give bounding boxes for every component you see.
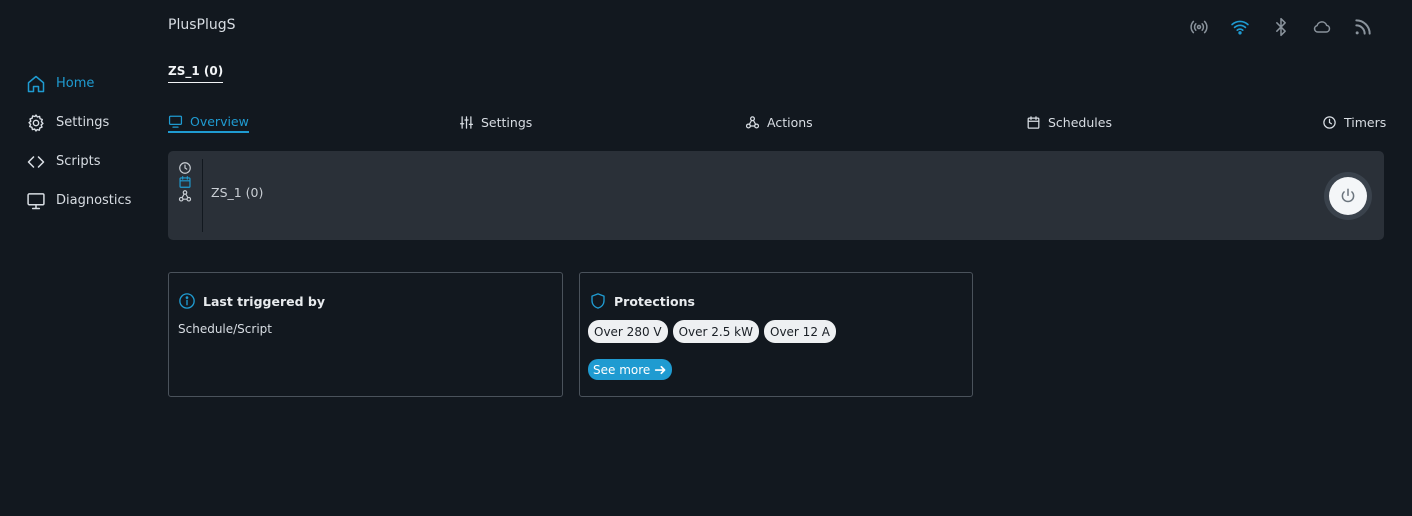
tab-overview[interactable]: Overview (168, 111, 249, 133)
last-triggered-value: Schedule/Script (178, 322, 272, 336)
calendar-icon[interactable] (178, 175, 202, 189)
sidebar-item-home[interactable]: Home (26, 64, 156, 103)
arrow-right-icon (654, 364, 667, 376)
sidebar-item-scripts[interactable]: Scripts (26, 142, 156, 181)
protection-chip-voltage: Over 280 V (588, 320, 668, 343)
app-title: PlusPlugS (168, 17, 236, 33)
tab-settings[interactable]: Settings (459, 111, 532, 133)
protection-chips: Over 280 V Over 2.5 kW Over 12 A (588, 320, 836, 343)
home-icon (26, 74, 46, 94)
sidebar: Home Settings Scripts Diagnostics (26, 64, 156, 220)
sidebar-item-label: Diagnostics (56, 193, 132, 208)
shield-icon (589, 292, 607, 310)
wifi-icon[interactable] (1229, 17, 1251, 37)
tab-label: Overview (190, 113, 249, 129)
sidebar-item-label: Home (56, 76, 95, 91)
card-title: Last triggered by (203, 293, 326, 309)
card-header: Last triggered by (178, 292, 325, 310)
sidebar-item-settings[interactable]: Settings (26, 103, 156, 142)
card-header: Protections (589, 292, 695, 310)
webhook-icon (745, 115, 760, 130)
see-more-button[interactable]: See more (588, 359, 673, 380)
tab-timers[interactable]: Timers (1322, 111, 1386, 133)
monitor-icon (168, 114, 183, 129)
see-more-label: See more (593, 362, 651, 377)
calendar-icon (1026, 115, 1041, 130)
tab-label: Settings (481, 114, 533, 130)
protection-chip-power: Over 2.5 kW (672, 320, 759, 343)
device-tabs: Overview Settings Actions Schedules Time… (168, 111, 1386, 135)
device-title[interactable]: ZS_1 (0) (168, 64, 224, 83)
divider (202, 159, 203, 232)
device-card: ZS_1 (0) (168, 151, 1384, 240)
bluetooth-icon[interactable] (1270, 17, 1292, 37)
device-card-icons (178, 161, 202, 233)
power-button[interactable] (1324, 172, 1372, 220)
gear-icon (26, 113, 46, 133)
tab-label: Schedules (1048, 114, 1112, 130)
tab-actions[interactable]: Actions (745, 111, 813, 133)
protection-chip-current: Over 12 A (764, 320, 836, 343)
sidebar-item-diagnostics[interactable]: Diagnostics (26, 181, 156, 220)
tab-schedules[interactable]: Schedules (1026, 111, 1112, 133)
rss-icon[interactable] (1352, 17, 1374, 37)
sidebar-item-label: Settings (56, 115, 110, 130)
protections-card: Protections Over 280 V Over 2.5 kW Over … (579, 272, 973, 397)
radio-waves-icon[interactable] (1188, 17, 1210, 37)
status-icons (1188, 17, 1374, 37)
sidebar-item-label: Scripts (56, 154, 101, 169)
webhook-icon[interactable] (178, 189, 202, 203)
clock-icon[interactable] (178, 161, 202, 175)
clock-icon (1322, 115, 1337, 130)
power-icon (1339, 187, 1357, 205)
last-triggered-card: Last triggered by Schedule/Script (168, 272, 563, 397)
info-icon (178, 292, 196, 310)
tab-label: Actions (767, 114, 813, 130)
code-icon (26, 152, 46, 172)
sliders-icon (459, 115, 474, 130)
tab-label: Timers (1344, 114, 1387, 130)
cloud-icon[interactable] (1311, 17, 1333, 37)
monitor-icon (26, 191, 46, 211)
power-button-face (1329, 177, 1367, 215)
card-title: Protections (614, 293, 695, 309)
device-name: ZS_1 (0) (211, 185, 264, 200)
